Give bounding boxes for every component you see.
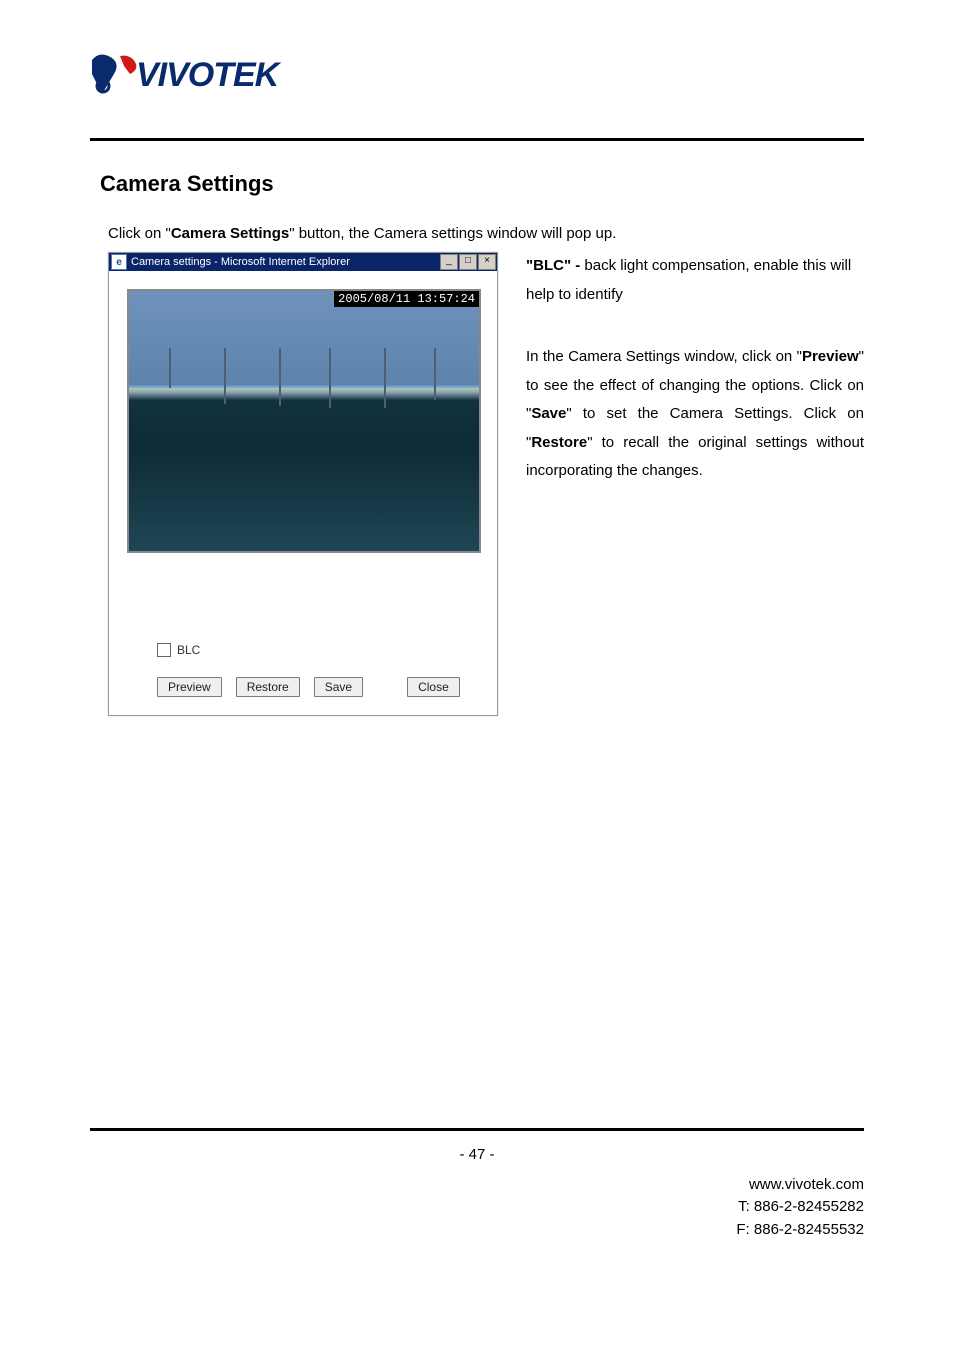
footer-fax: F: 886-2-82455532	[736, 1219, 864, 1242]
logo-mark-icon	[90, 50, 140, 100]
page-heading: Camera Settings	[100, 171, 864, 197]
preview-button[interactable]: Preview	[157, 677, 222, 697]
blc-description: "BLC" - back light compensation, enable …	[526, 252, 864, 309]
ie-icon: e	[111, 254, 127, 270]
timestamp-overlay: 2005/08/11 13:57:24	[334, 291, 479, 307]
blc-label: BLC	[177, 643, 200, 657]
camera-preview-image: 2005/08/11 13:57:24	[127, 289, 481, 553]
close-button[interactable]: Close	[407, 677, 460, 697]
brand-logo: VIVOTEK	[90, 50, 864, 100]
restore-button[interactable]: Restore	[236, 677, 300, 697]
footer-divider	[90, 1128, 864, 1131]
usage-description: In the Camera Settings window, click on …	[526, 343, 864, 486]
window-maximize-button[interactable]: □	[459, 254, 477, 270]
blc-checkbox-row[interactable]: BLC	[157, 643, 479, 657]
intro-text: Click on "Camera Settings" button, the C…	[108, 225, 864, 242]
page-number: - 47 -	[0, 1146, 954, 1163]
intro-strong: Camera Settings	[171, 225, 289, 242]
window-minimize-button[interactable]: _	[440, 254, 458, 270]
header-divider	[90, 138, 864, 141]
window-title: Camera settings - Microsoft Internet Exp…	[131, 256, 440, 268]
intro-prefix: Click on "	[108, 225, 171, 242]
description-column: "BLC" - back light compensation, enable …	[526, 252, 864, 520]
footer-tel: T: 886-2-82455282	[736, 1196, 864, 1219]
camera-settings-window: e Camera settings - Microsoft Internet E…	[108, 252, 498, 716]
brand-name: VIVOTEK	[136, 56, 278, 95]
footer-url: www.vivotek.com	[736, 1174, 864, 1197]
save-button[interactable]: Save	[314, 677, 363, 697]
footer-contact: www.vivotek.com T: 886-2-82455282 F: 886…	[736, 1174, 864, 1242]
blc-checkbox[interactable]	[157, 643, 171, 657]
intro-suffix: " button, the Camera settings window wil…	[289, 225, 616, 242]
window-titlebar[interactable]: e Camera settings - Microsoft Internet E…	[109, 253, 497, 271]
window-close-button[interactable]: ×	[478, 254, 496, 270]
blc-term: "BLC" -	[526, 257, 584, 274]
